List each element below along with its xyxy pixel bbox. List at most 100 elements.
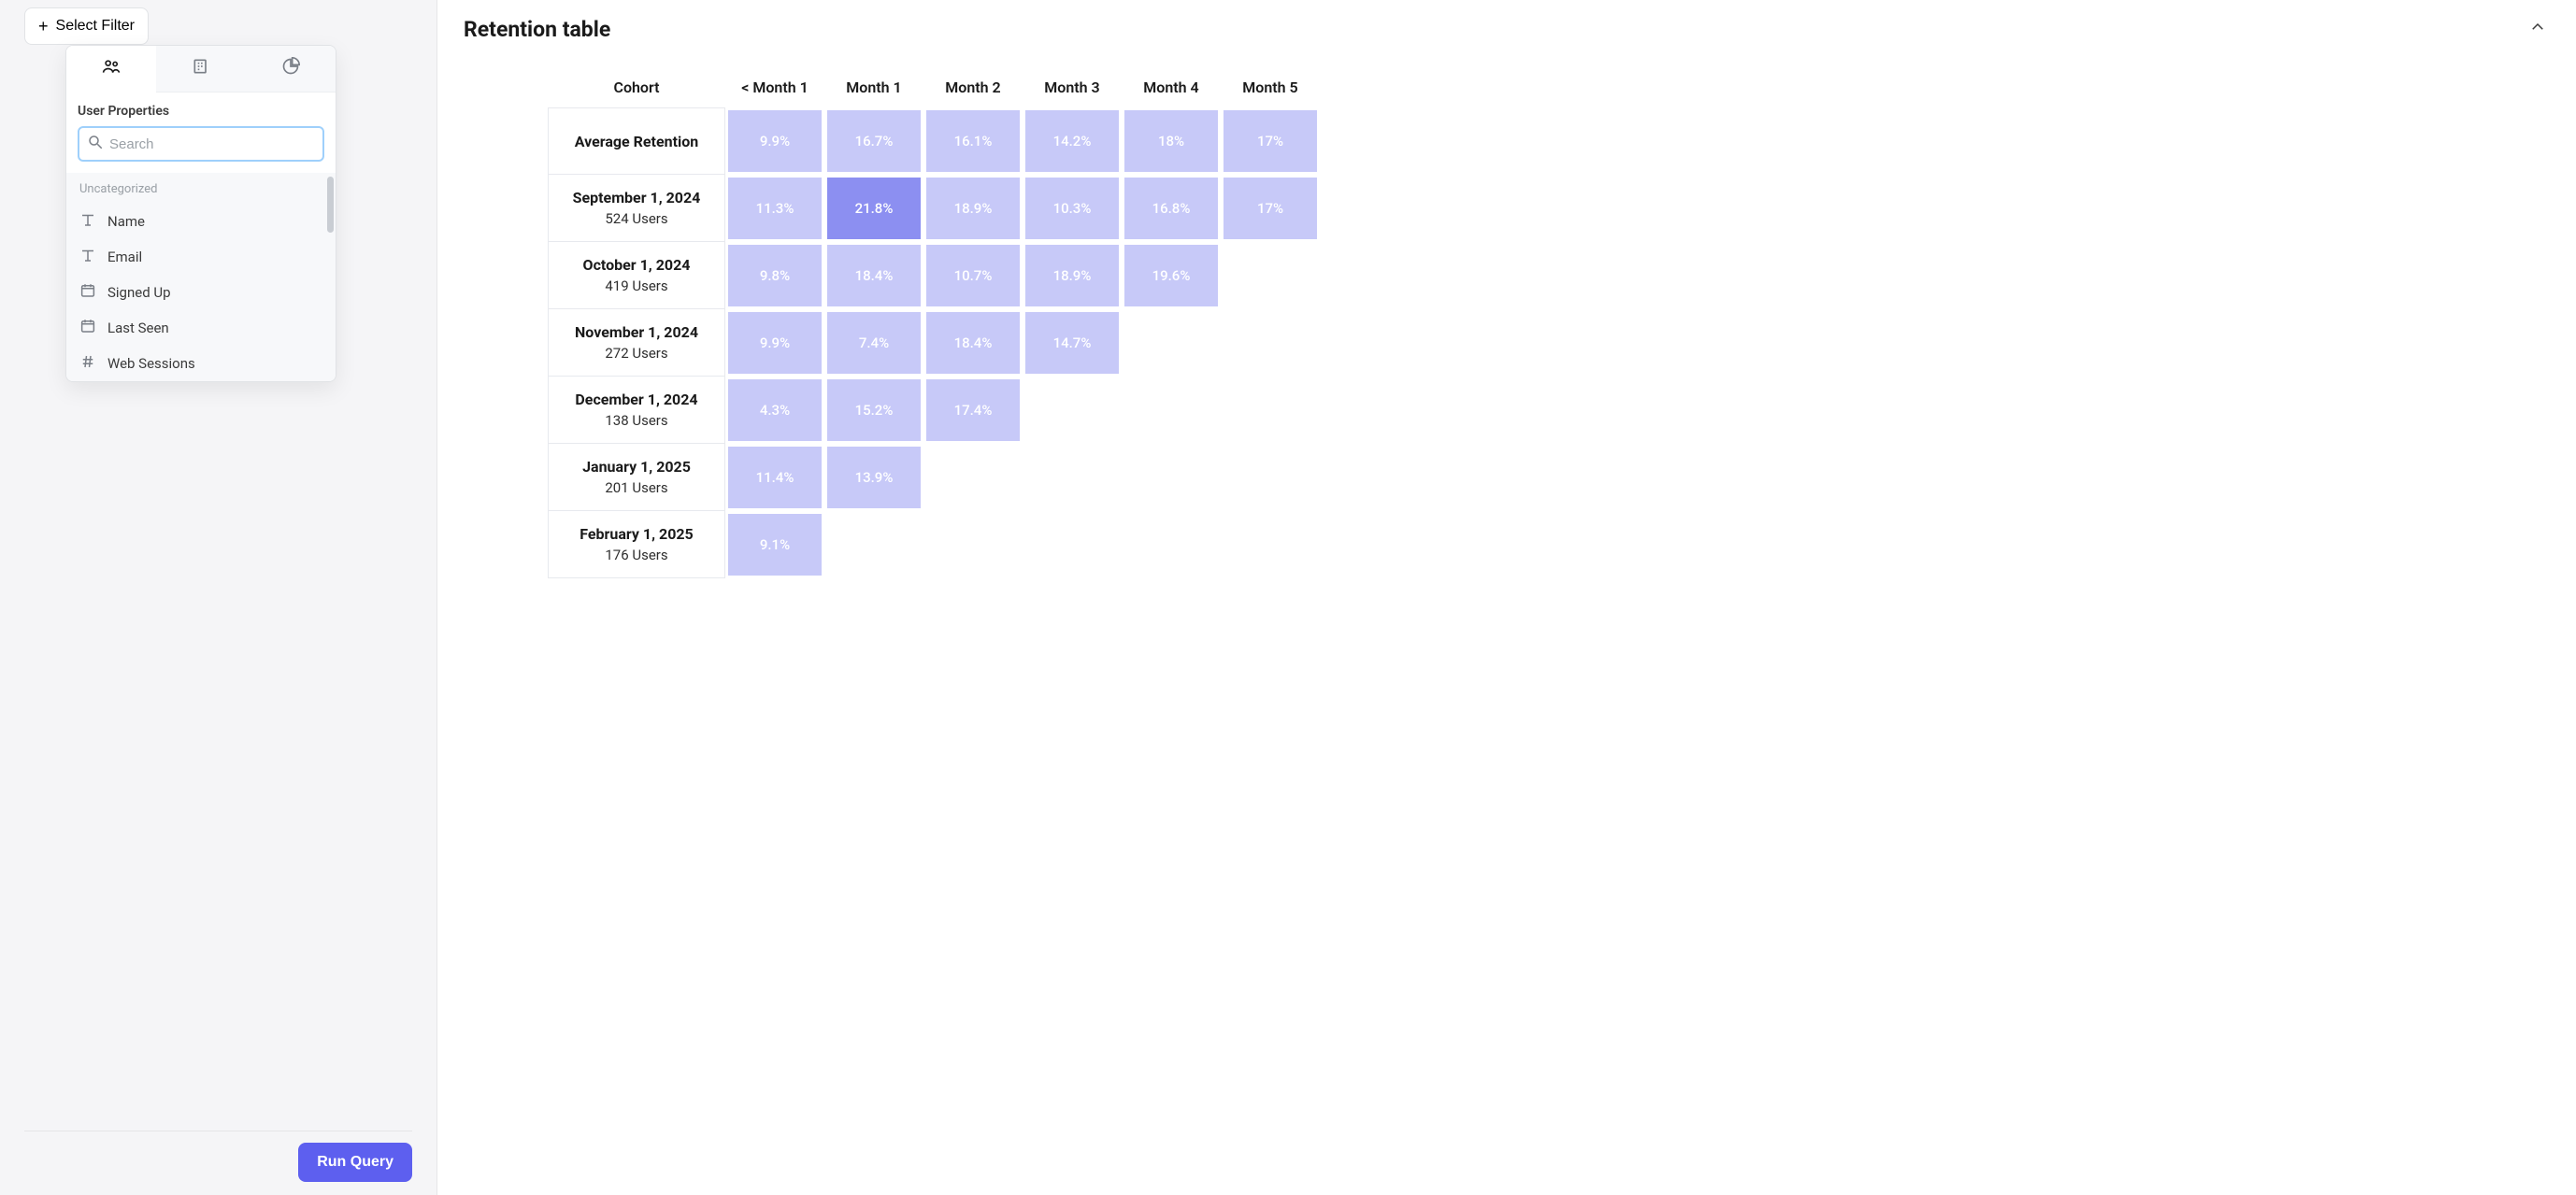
empty-cell [1023, 377, 1122, 444]
retention-row: November 1, 2024272 Users9.9%7.4%18.4%14… [548, 309, 1320, 377]
cohort-cell: Average Retention [548, 107, 725, 175]
cohort-cell: October 1, 2024 419 Users [548, 242, 725, 309]
retention-cell: 11.4% [725, 444, 824, 511]
retention-cell: 14.7% [1023, 309, 1122, 377]
cohort-name: Average Retention [558, 133, 715, 150]
empty-cell [923, 444, 1023, 511]
panel-title: Retention table [464, 17, 610, 42]
month-header: Month 3 [1023, 69, 1122, 107]
cohort-cell: December 1, 2024138 Users [548, 377, 725, 444]
filter-tabs [66, 46, 336, 92]
month-header: Month 1 [824, 69, 923, 107]
cohort-name: October 1, 2024 [558, 256, 715, 274]
chevron-up-icon [2529, 22, 2546, 39]
scrollbar-thumb[interactable] [327, 177, 334, 233]
retention-table: Cohort < Month 1Month 1Month 2Month 3Mon… [548, 69, 1320, 578]
retention-cell: 17% [1221, 175, 1320, 242]
cohort-user-count: 419 Users [558, 277, 715, 294]
property-item[interactable]: Web Sessions [66, 346, 336, 381]
date-type-icon [79, 318, 96, 338]
retention-cell: 10.7% [923, 242, 1023, 309]
retention-cell: 18.9% [1023, 242, 1122, 309]
collapse-panel-button[interactable] [2526, 15, 2550, 43]
cohort-cell: September 1, 2024 524 Users [548, 175, 725, 242]
cohort-header: Cohort [548, 69, 725, 107]
retention-cell: 19.6% [1122, 242, 1221, 309]
run-query-button[interactable]: Run Query [298, 1143, 412, 1182]
property-item-label: Signed Up [107, 284, 171, 301]
cohort-user-count: 138 Users [558, 412, 715, 429]
empty-cell [1221, 242, 1320, 309]
retention-row: January 1, 2025 201 Users 11.4%13.9% [548, 444, 1320, 511]
search-input-wrap [78, 126, 324, 162]
empty-cell [1122, 511, 1221, 578]
retention-cell: 21.8% [824, 175, 923, 242]
month-header: Month 5 [1221, 69, 1320, 107]
retention-cell: 14.2% [1023, 107, 1122, 175]
empty-cell [1221, 444, 1320, 511]
cohort-name: February 1, 2025 [558, 525, 715, 543]
empty-cell [1023, 444, 1122, 511]
property-item[interactable]: Email [66, 239, 336, 275]
retention-row: December 1, 2024138 Users4.3%15.2%17.4% [548, 377, 1320, 444]
empty-cell [1221, 377, 1320, 444]
property-item-label: Name [107, 213, 145, 230]
select-filter-label: Select Filter [56, 18, 135, 35]
tab-segments[interactable] [246, 46, 336, 92]
retention-row: February 1, 2025 176 Users 9.1% [548, 511, 1320, 578]
retention-cell: 17.4% [923, 377, 1023, 444]
retention-cell: 4.3% [725, 377, 824, 444]
users-icon [102, 63, 121, 79]
cohort-user-count: 524 Users [558, 210, 715, 227]
retention-cell: 13.9% [824, 444, 923, 511]
empty-cell [1122, 377, 1221, 444]
retention-cell: 18.9% [923, 175, 1023, 242]
company-icon [192, 63, 210, 79]
empty-cell [824, 511, 923, 578]
retention-cell: 16.1% [923, 107, 1023, 175]
retention-cell: 16.8% [1122, 175, 1221, 242]
property-search-input[interactable] [109, 136, 315, 152]
cohort-name: September 1, 2024 [558, 189, 715, 206]
property-item[interactable]: Signed Up [66, 275, 336, 310]
cohort-name: November 1, 2024 [558, 323, 715, 341]
month-header: < Month 1 [725, 69, 824, 107]
retention-row: October 1, 2024 419 Users 9.8%18.4%10.7%18… [548, 242, 1320, 309]
empty-cell [1023, 511, 1122, 578]
retention-row: September 1, 2024 524 Users 11.3%21.8%18.9… [548, 175, 1320, 242]
retention-cell: 9.8% [725, 242, 824, 309]
cohort-name: January 1, 2025 [558, 458, 715, 476]
retention-cell: 7.4% [824, 309, 923, 377]
text-type-icon [79, 211, 96, 232]
month-header: Month 4 [1122, 69, 1221, 107]
property-item[interactable]: Name [66, 204, 336, 239]
retention-cell: 10.3% [1023, 175, 1122, 242]
cohort-user-count: 201 Users [558, 479, 715, 496]
empty-cell [1122, 444, 1221, 511]
retention-cell: 15.2% [824, 377, 923, 444]
tab-users[interactable] [66, 46, 156, 92]
retention-cell: 18.4% [824, 242, 923, 309]
number-type-icon [79, 353, 96, 374]
property-item[interactable]: Last Seen [66, 310, 336, 346]
property-item-label: Email [107, 249, 142, 265]
popover-section-title: User Properties [66, 92, 336, 126]
retention-row: Average Retention9.9%16.7%16.1%14.2%18%1… [548, 107, 1320, 175]
filter-popover: User Properties Uncategorized NameEmailS… [65, 45, 336, 382]
month-header: Month 2 [923, 69, 1023, 107]
retention-cell: 9.1% [725, 511, 824, 578]
pie-chart-icon [281, 63, 300, 79]
select-filter-button[interactable]: + Select Filter [24, 7, 149, 45]
cohort-cell: January 1, 2025 201 Users [548, 444, 725, 511]
tab-companies[interactable] [156, 46, 246, 92]
cohort-user-count: 176 Users [558, 547, 715, 563]
retention-cell: 18% [1122, 107, 1221, 175]
plus-icon: + [38, 18, 49, 35]
property-item-label: Web Sessions [107, 355, 195, 372]
retention-cell: 9.9% [725, 309, 824, 377]
empty-cell [1221, 309, 1320, 377]
cohort-cell: November 1, 2024272 Users [548, 309, 725, 377]
retention-cell: 16.7% [824, 107, 923, 175]
retention-cell: 18.4% [923, 309, 1023, 377]
retention-cell: 11.3% [725, 175, 824, 242]
